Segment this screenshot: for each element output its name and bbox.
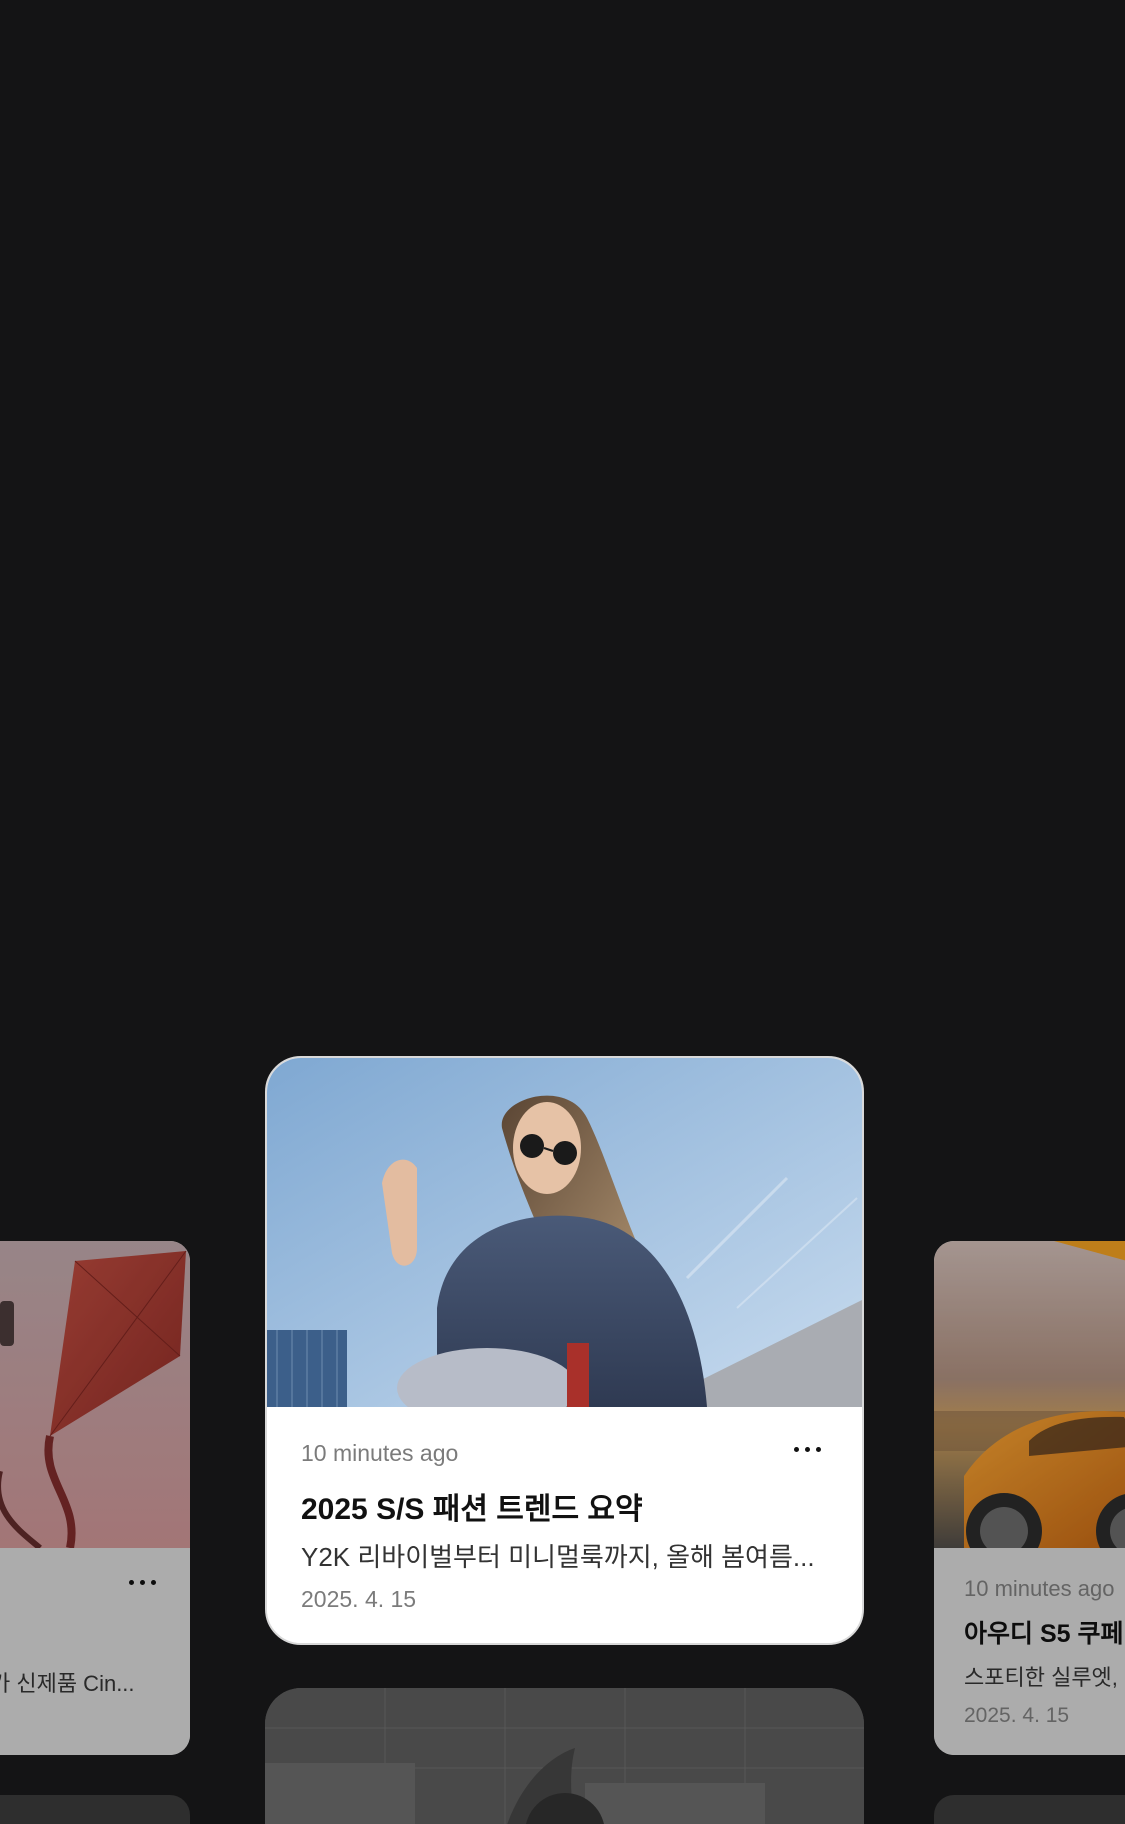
card-summary: Y2K 리바이벌부터 미니멀룩까지, 올해 봄여름... (301, 1542, 815, 1572)
news-card-left[interactable]: 가 신제품 Cin... (0, 1241, 190, 1755)
news-card-right[interactable]: 10 minutes ago 아우디 S5 쿠페 스포티한 실루엣, 2025.… (934, 1241, 1125, 1755)
card-title: 2025 S/S 패션 트렌드 요약 (301, 1493, 643, 1526)
dot-icon (804, 1446, 810, 1452)
card-time: 10 minutes ago (301, 1440, 459, 1466)
woman-sunglasses-photo (267, 1058, 862, 1407)
card-title: 아우디 S5 쿠페 (964, 1620, 1124, 1648)
instructions-sign-photo (265, 1688, 864, 1824)
card-body: 가 신제품 Cin... (0, 1548, 190, 1755)
feed-carousel: 가 신제품 Cin... 10 minutes ago 아우디 S5 쿠페 스포… (0, 0, 1125, 1824)
card-body: 10 minutes ago 2025 S/S 패션 트렌드 요약 Y2K 리바… (267, 1407, 862, 1643)
more-options-button[interactable] (787, 1437, 827, 1461)
card-image-fashion (267, 1058, 862, 1407)
card-time: 10 minutes ago (964, 1576, 1115, 1601)
orange-car-photo (934, 1241, 1125, 1548)
card-summary: 스포티한 실루엣, (964, 1665, 1118, 1690)
dot-icon (128, 1579, 134, 1585)
dot-icon (150, 1579, 156, 1585)
card-image-car (934, 1241, 1125, 1548)
news-card-next-left[interactable] (0, 1795, 190, 1824)
dot-icon (793, 1446, 799, 1452)
news-card-center[interactable]: 10 minutes ago 2025 S/S 패션 트렌드 요약 Y2K 리바… (265, 1056, 864, 1645)
card-summary: 가 신제품 Cin... (0, 1671, 135, 1696)
red-kite-photo (0, 1241, 190, 1548)
card-date: 2025. 4. 15 (301, 1586, 417, 1612)
dot-icon (139, 1579, 145, 1585)
news-card-next-right[interactable] (934, 1795, 1125, 1824)
card-date: 2025. 4. 15 (964, 1704, 1070, 1727)
news-card-next[interactable] (265, 1688, 864, 1824)
more-options-button[interactable] (122, 1570, 162, 1594)
card-body: 10 minutes ago 아우디 S5 쿠페 스포티한 실루엣, 2025.… (934, 1548, 1125, 1755)
dot-icon (815, 1446, 821, 1452)
card-image-kite (0, 1241, 190, 1548)
